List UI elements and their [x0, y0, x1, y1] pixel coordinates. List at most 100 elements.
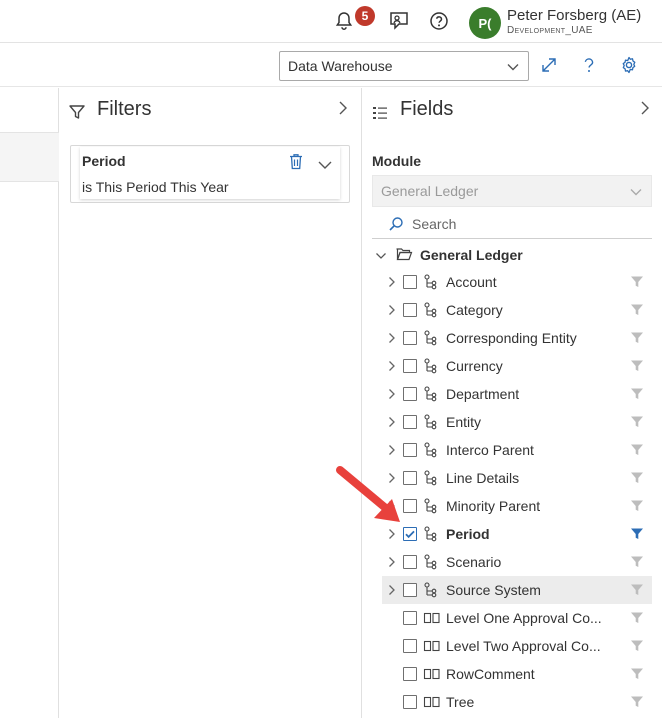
fields-title: Fields: [400, 98, 454, 120]
field-checkbox[interactable]: [403, 499, 417, 513]
chevron-down-icon[interactable]: [317, 158, 333, 170]
chevron-right-icon[interactable]: [338, 100, 350, 116]
expand-icon[interactable]: [537, 53, 561, 77]
field-checkbox[interactable]: [403, 303, 417, 317]
field-row[interactable]: Tree: [382, 688, 652, 716]
field-row[interactable]: Level Two Approval Co...: [382, 632, 652, 660]
help-icon[interactable]: [427, 9, 451, 33]
field-label: Scenario: [446, 554, 502, 570]
notification-badge[interactable]: 5: [355, 6, 375, 26]
field-row[interactable]: Scenario: [382, 548, 652, 576]
field-checkbox[interactable]: [403, 611, 417, 625]
funnel-icon[interactable]: [630, 331, 644, 345]
chevron-down-icon: [629, 185, 643, 201]
chevron-right-icon[interactable]: [387, 499, 399, 513]
chevron-right-icon[interactable]: [387, 555, 399, 569]
chevron-down-icon[interactable]: [375, 248, 387, 264]
funnel-icon[interactable]: [630, 583, 644, 597]
field-label: Tree: [446, 694, 475, 710]
funnel-icon[interactable]: [630, 359, 644, 373]
field-row[interactable]: Account: [382, 268, 652, 296]
chevron-right-icon[interactable]: [387, 471, 399, 485]
user-name[interactable]: Peter Forsberg (AE): [507, 7, 641, 24]
hierarchy-icon: [423, 302, 439, 318]
bell-icon[interactable]: [332, 9, 356, 33]
gear-icon[interactable]: [617, 53, 641, 77]
field-row[interactable]: Level One Approval Co...: [382, 604, 652, 632]
datasource-select[interactable]: Data Warehouse: [279, 51, 529, 81]
folder-open-icon: [395, 246, 413, 265]
funnel-icon[interactable]: [630, 639, 644, 653]
funnel-icon[interactable]: [630, 415, 644, 429]
chevron-right-icon[interactable]: [387, 359, 399, 373]
search-input[interactable]: Search: [372, 211, 652, 239]
chevron-right-icon[interactable]: [387, 443, 399, 457]
field-row[interactable]: Period: [382, 520, 652, 548]
chevron-right-icon[interactable]: [387, 415, 399, 429]
hierarchy-icon: [423, 498, 439, 514]
chevron-right-icon[interactable]: [387, 583, 399, 597]
tree-folder-general-ledger[interactable]: General Ledger: [372, 244, 652, 266]
attribute-columns-icon: [423, 610, 440, 626]
field-checkbox[interactable]: [403, 359, 417, 373]
funnel-icon[interactable]: [630, 303, 644, 317]
attribute-columns-icon: [423, 694, 440, 710]
chevron-right-icon[interactable]: [640, 100, 652, 116]
module-select[interactable]: General Ledger: [372, 175, 652, 207]
list-icon: [371, 104, 389, 122]
field-row[interactable]: Line Details: [382, 464, 652, 492]
field-row[interactable]: Category: [382, 296, 652, 324]
field-checkbox[interactable]: [403, 275, 417, 289]
field-checkbox[interactable]: [403, 415, 417, 429]
funnel-icon[interactable]: [630, 555, 644, 569]
field-row[interactable]: Currency: [382, 352, 652, 380]
chevron-right-icon[interactable]: [387, 527, 399, 541]
field-checkbox[interactable]: [403, 331, 417, 345]
field-checkbox[interactable]: [403, 695, 417, 709]
funnel-icon[interactable]: [630, 611, 644, 625]
field-checkbox[interactable]: [403, 471, 417, 485]
field-label: Account: [446, 274, 497, 290]
field-label: Interco Parent: [446, 442, 534, 458]
attribute-columns-icon: [423, 638, 440, 654]
funnel-icon[interactable]: [630, 471, 644, 485]
funnel-icon[interactable]: [630, 387, 644, 401]
search-placeholder: Search: [412, 216, 457, 232]
funnel-icon[interactable]: [630, 443, 644, 457]
chevron-right-icon[interactable]: [387, 275, 399, 289]
field-label: Period: [446, 526, 490, 542]
trash-icon[interactable]: [289, 153, 305, 171]
module-value: General Ledger: [381, 183, 479, 199]
funnel-icon[interactable]: [630, 499, 644, 513]
left-panel-row[interactable]: [0, 132, 59, 182]
field-row[interactable]: RowComment: [382, 660, 652, 688]
field-checkbox[interactable]: [403, 443, 417, 457]
field-row[interactable]: Department: [382, 380, 652, 408]
hierarchy-icon: [423, 274, 439, 290]
avatar[interactable]: P(: [469, 7, 501, 39]
feedback-icon[interactable]: [387, 9, 411, 33]
field-checkbox[interactable]: [403, 387, 417, 401]
field-checkbox[interactable]: [403, 667, 417, 681]
field-row[interactable]: Source System: [382, 576, 652, 604]
hierarchy-icon: [423, 470, 439, 486]
chevron-right-icon[interactable]: [387, 303, 399, 317]
field-row[interactable]: Minority Parent: [382, 492, 652, 520]
field-checkbox[interactable]: [403, 527, 417, 541]
funnel-icon[interactable]: [630, 695, 644, 709]
field-checkbox[interactable]: [403, 583, 417, 597]
attribute-columns-icon: [423, 666, 440, 682]
chevron-right-icon[interactable]: [387, 387, 399, 401]
chevron-right-icon[interactable]: [387, 331, 399, 345]
field-checkbox[interactable]: [403, 555, 417, 569]
search-icon: [388, 216, 404, 235]
field-row[interactable]: Entity: [382, 408, 652, 436]
funnel-icon[interactable]: [630, 275, 644, 289]
funnel-icon[interactable]: [630, 527, 644, 541]
user-subtitle: Development_UAE: [507, 25, 593, 36]
funnel-icon[interactable]: [630, 667, 644, 681]
field-row[interactable]: Corresponding Entity: [382, 324, 652, 352]
field-checkbox[interactable]: [403, 639, 417, 653]
field-row[interactable]: Interco Parent: [382, 436, 652, 464]
help-icon[interactable]: [577, 53, 601, 77]
